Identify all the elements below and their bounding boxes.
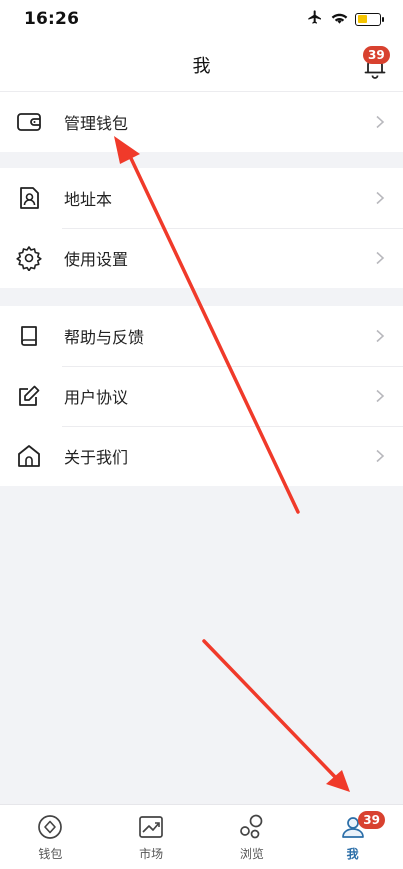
menu-item-label: 帮助与反馈 bbox=[64, 328, 145, 347]
gear-icon bbox=[16, 245, 42, 271]
menu-group-wallet: 管理钱包 bbox=[0, 92, 403, 152]
chevron-right-icon bbox=[376, 329, 385, 343]
tab-label: 浏览 bbox=[239, 847, 264, 861]
menu-item-label: 用户协议 bbox=[64, 388, 129, 407]
notification-button[interactable]: 39 bbox=[361, 46, 390, 80]
chevron-right-icon bbox=[376, 115, 385, 129]
tab-bar: 钱包 市场 浏览 我 39 bbox=[0, 804, 403, 869]
airplane-icon bbox=[306, 9, 324, 29]
arrow-to-me-tab bbox=[202, 639, 350, 792]
edit-icon bbox=[16, 383, 42, 409]
tab-browse[interactable]: 浏览 bbox=[202, 805, 303, 869]
status-bar: 16:26 bbox=[0, 0, 403, 38]
tab-market[interactable]: 市场 bbox=[101, 805, 202, 869]
book-icon bbox=[16, 323, 42, 349]
menu-item-label: 管理钱包 bbox=[64, 114, 129, 133]
address-book-icon bbox=[16, 185, 42, 211]
status-time: 16:26 bbox=[24, 9, 80, 29]
menu-group-settings: 地址本 使用设置 bbox=[0, 168, 403, 288]
tab-me-badge: 39 bbox=[358, 811, 385, 829]
chart-tab-icon bbox=[137, 813, 165, 841]
wallet-icon bbox=[16, 109, 42, 135]
header: 我 39 bbox=[0, 38, 403, 92]
wallet-tab-icon bbox=[36, 813, 64, 841]
battery-icon bbox=[355, 12, 384, 26]
menu-item-about-us[interactable]: 关于我们 bbox=[0, 426, 403, 486]
menu-item-label: 使用设置 bbox=[64, 250, 129, 269]
chevron-right-icon bbox=[376, 389, 385, 403]
tab-label: 我 bbox=[346, 847, 359, 861]
menu-item-manage-wallet[interactable]: 管理钱包 bbox=[0, 92, 403, 152]
home-icon bbox=[16, 443, 42, 469]
chevron-right-icon bbox=[376, 449, 385, 463]
screen: 16:26 我 39 管理钱包 地址本 使用设置 帮助与反馈 用户协议 关于我们… bbox=[0, 0, 403, 869]
tab-wallet[interactable]: 钱包 bbox=[0, 805, 101, 869]
tab-label: 市场 bbox=[139, 847, 164, 861]
menu-item-help-feedback[interactable]: 帮助与反馈 bbox=[0, 306, 403, 366]
menu-item-address-book[interactable]: 地址本 bbox=[0, 168, 403, 228]
wifi-icon bbox=[331, 10, 348, 29]
status-icons bbox=[306, 9, 384, 29]
notification-badge: 39 bbox=[363, 46, 390, 64]
menu-item-label: 关于我们 bbox=[64, 448, 129, 467]
menu-item-user-agreement[interactable]: 用户协议 bbox=[0, 366, 403, 426]
chevron-right-icon bbox=[376, 251, 385, 265]
page-title: 我 bbox=[192, 55, 211, 77]
menu-item-usage-settings[interactable]: 使用设置 bbox=[0, 228, 403, 288]
tab-me[interactable]: 我 39 bbox=[302, 805, 403, 869]
menu-group-about: 帮助与反馈 用户协议 关于我们 bbox=[0, 306, 403, 486]
chevron-right-icon bbox=[376, 191, 385, 205]
tab-label: 钱包 bbox=[38, 847, 63, 861]
menu-item-label: 地址本 bbox=[64, 190, 113, 209]
browse-tab-icon bbox=[238, 813, 266, 841]
